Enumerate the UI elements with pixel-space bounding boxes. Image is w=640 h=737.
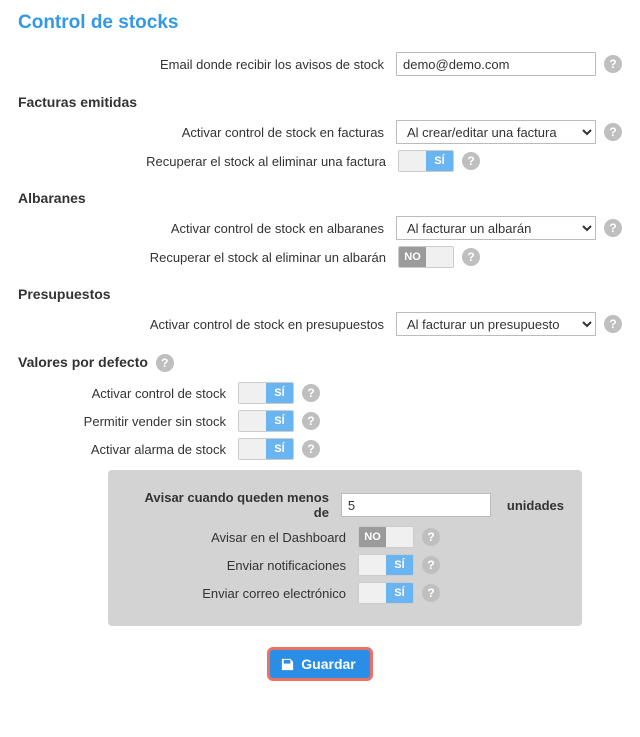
row-albaranes-activar: Activar control de stock en albaranes Al…	[18, 216, 622, 240]
help-icon[interactable]: ?	[422, 556, 440, 574]
albaranes-activar-label: Activar control de stock en albaranes	[18, 221, 396, 236]
save-icon	[280, 657, 295, 672]
section-defaults-title: Valores por defecto ?	[18, 354, 622, 372]
help-icon[interactable]: ?	[604, 123, 622, 141]
default-control-label: Activar control de stock	[18, 386, 238, 401]
dashboard-label: Avisar en el Dashboard	[126, 530, 358, 545]
threshold-label: Avisar cuando queden menos de	[126, 490, 341, 520]
section-presupuestos-title: Presupuestos	[18, 286, 622, 302]
help-icon[interactable]: ?	[604, 219, 622, 237]
correo-toggle[interactable]: SÍ	[358, 582, 414, 604]
help-icon[interactable]: ?	[462, 248, 480, 266]
help-icon[interactable]: ?	[302, 412, 320, 430]
threshold-input[interactable]	[341, 493, 491, 517]
threshold-units: unidades	[507, 498, 564, 513]
default-sinstock-toggle[interactable]: SÍ	[238, 410, 294, 432]
defaults-title-text: Valores por defecto	[18, 354, 148, 370]
help-icon[interactable]: ?	[604, 315, 622, 333]
help-icon[interactable]: ?	[302, 384, 320, 402]
save-button-label: Guardar	[301, 656, 355, 672]
row-default-alarma: Activar alarma de stock SÍ ?	[18, 438, 622, 460]
facturas-activar-select[interactable]: Al crear/editar una factura	[396, 120, 596, 144]
albaranes-activar-select[interactable]: Al facturar un albarán	[396, 216, 596, 240]
row-facturas-activar: Activar control de stock en facturas Al …	[18, 120, 622, 144]
row-presupuestos-activar: Activar control de stock en presupuestos…	[18, 312, 622, 336]
default-control-toggle[interactable]: SÍ	[238, 382, 294, 404]
alarm-panel: Avisar cuando queden menos de unidades A…	[108, 470, 582, 626]
help-icon[interactable]: ?	[302, 440, 320, 458]
presupuestos-activar-label: Activar control de stock en presupuestos	[18, 317, 396, 332]
notificaciones-toggle[interactable]: SÍ	[358, 554, 414, 576]
page-title: Control de stocks	[18, 12, 622, 34]
default-sinstock-label: Permitir vender sin stock	[18, 414, 238, 429]
default-alarma-toggle[interactable]: SÍ	[238, 438, 294, 460]
albaranes-recuperar-label: Recuperar el stock al eliminar un albará…	[18, 250, 398, 265]
row-dashboard: Avisar en el Dashboard NO ?	[126, 526, 564, 548]
section-facturas-title: Facturas emitidas	[18, 94, 622, 110]
save-button[interactable]: Guardar	[270, 650, 369, 678]
notificaciones-label: Enviar notificaciones	[126, 558, 358, 573]
facturas-activar-label: Activar control de stock en facturas	[18, 125, 396, 140]
row-default-control: Activar control de stock SÍ ?	[18, 382, 622, 404]
row-default-sinstock: Permitir vender sin stock SÍ ?	[18, 410, 622, 432]
help-icon[interactable]: ?	[422, 584, 440, 602]
row-correo: Enviar correo electrónico SÍ ?	[126, 582, 564, 604]
help-icon[interactable]: ?	[604, 55, 622, 73]
facturas-recuperar-label: Recuperar el stock al eliminar una factu…	[18, 154, 398, 169]
row-email: Email donde recibir los avisos de stock …	[18, 52, 622, 76]
albaranes-recuperar-toggle[interactable]: NO	[398, 246, 454, 268]
row-notificaciones: Enviar notificaciones SÍ ?	[126, 554, 564, 576]
presupuestos-activar-select[interactable]: Al facturar un presupuesto	[396, 312, 596, 336]
row-albaranes-recuperar: Recuperar el stock al eliminar un albará…	[18, 246, 622, 268]
help-icon[interactable]: ?	[422, 528, 440, 546]
help-icon[interactable]: ?	[462, 152, 480, 170]
default-alarma-label: Activar alarma de stock	[18, 442, 238, 457]
row-threshold: Avisar cuando queden menos de unidades	[126, 490, 564, 520]
help-icon[interactable]: ?	[156, 354, 174, 372]
facturas-recuperar-toggle[interactable]: SÍ	[398, 150, 454, 172]
section-albaranes-title: Albaranes	[18, 190, 622, 206]
email-input[interactable]	[396, 52, 596, 76]
dashboard-toggle[interactable]: NO	[358, 526, 414, 548]
correo-label: Enviar correo electrónico	[126, 586, 358, 601]
email-label: Email donde recibir los avisos de stock	[18, 57, 396, 72]
row-facturas-recuperar: Recuperar el stock al eliminar una factu…	[18, 150, 622, 172]
